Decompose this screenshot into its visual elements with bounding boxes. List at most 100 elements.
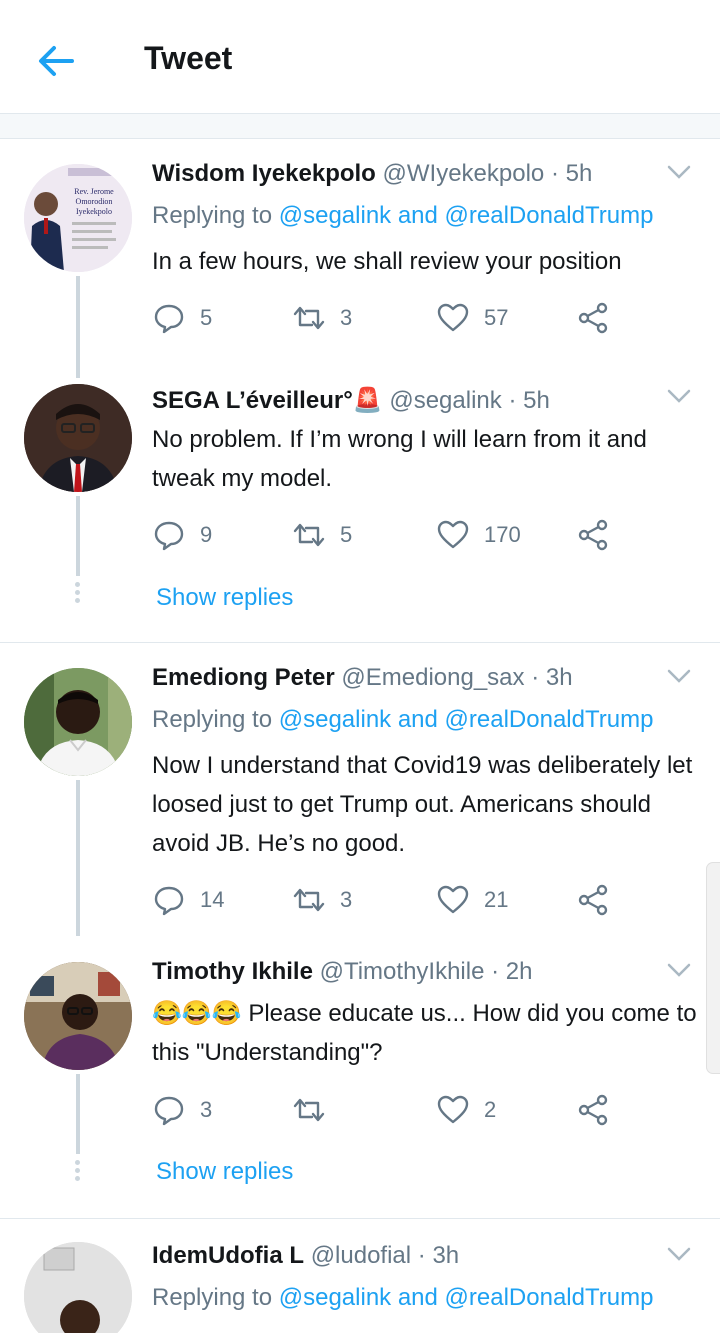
share-icon [578, 519, 608, 551]
share-icon [578, 302, 608, 334]
svg-text:Omorodion: Omorodion [76, 197, 113, 206]
header-bar: Tweet [0, 0, 720, 114]
reply-button[interactable]: 5 [152, 298, 212, 338]
chevron-down-icon[interactable] [666, 386, 692, 406]
reply-count: 3 [200, 1097, 213, 1122]
like-count: 2 [484, 1097, 497, 1122]
replying-prefix: Replying to [152, 1284, 273, 1311]
display-name[interactable]: Wisdom Iyekekpolo [152, 160, 376, 187]
timestamp[interactable]: 2h [506, 958, 533, 985]
reply-button[interactable]: 14 [152, 880, 224, 920]
timestamp[interactable]: 5h [566, 160, 593, 187]
separator: · [531, 664, 540, 691]
retweet-count: 5 [340, 522, 353, 547]
timestamp[interactable]: 5h [523, 387, 550, 414]
action-bar: 9 5 170 [152, 515, 622, 555]
display-name[interactable]: Timothy Ikhile [152, 958, 313, 985]
thread-line [76, 370, 80, 378]
avatar[interactable]: Rev. Jerome Omorodion Iyekekpolo [24, 164, 132, 272]
show-replies-link[interactable]: Show replies [156, 584, 293, 612]
like-count: 57 [484, 305, 509, 330]
share-button[interactable] [576, 1090, 610, 1130]
timestamp[interactable]: 3h [546, 664, 573, 691]
svg-text:Iyekekpolo: Iyekekpolo [76, 207, 112, 216]
chevron-down-icon[interactable] [666, 162, 692, 182]
reply-icon [154, 1096, 184, 1126]
share-icon [578, 884, 608, 916]
user-handle[interactable]: @ludofial [311, 1242, 411, 1269]
chevron-down-icon[interactable] [666, 960, 692, 980]
like-button[interactable]: 21 [436, 880, 508, 920]
laughing-emoji: 😂😂😂 [152, 1000, 242, 1027]
like-count: 170 [484, 522, 521, 547]
retweet-count: 3 [340, 305, 353, 330]
share-icon [578, 1094, 608, 1126]
back-arrow-icon[interactable] [34, 38, 80, 84]
heart-icon [437, 520, 469, 549]
reply-icon [154, 304, 184, 334]
chevron-down-icon[interactable] [666, 1244, 692, 1264]
display-name[interactable]: IdemUdofia L [152, 1242, 304, 1269]
action-bar: 5 3 57 [152, 298, 622, 338]
display-name[interactable]: Emediong Peter [152, 664, 335, 691]
tweet-timothy[interactable]: Timothy Ikhile @TimothyIkhile · 2h 😂😂😂 P… [0, 958, 720, 1198]
thread-line [76, 276, 80, 374]
share-button[interactable] [576, 298, 610, 338]
svg-text:Rev. Jerome: Rev. Jerome [74, 187, 114, 196]
replying-to: Replying to @segalink and @realDonaldTru… [152, 202, 653, 230]
reply-count: 5 [200, 305, 213, 330]
share-button[interactable] [576, 515, 610, 555]
avatar[interactable] [24, 668, 132, 776]
retweet-icon [293, 306, 325, 330]
timestamp[interactable]: 3h [432, 1242, 459, 1269]
scrollbar-thumb[interactable] [706, 862, 720, 1074]
like-button[interactable]: 57 [436, 298, 508, 338]
thread-line [76, 1074, 80, 1154]
thread-line [76, 496, 80, 576]
retweet-icon [293, 1098, 325, 1122]
retweet-count: 3 [340, 887, 353, 912]
page-title: Tweet [144, 40, 233, 76]
user-handle[interactable]: @WIyekekpolo [383, 160, 545, 187]
user-handle[interactable]: @Emediong_sax [341, 664, 524, 691]
section-gap [0, 114, 720, 139]
separator: · [417, 1242, 426, 1269]
more-dots [75, 1160, 81, 1184]
avatar[interactable] [24, 384, 132, 492]
retweet-button[interactable]: 3 [292, 298, 352, 338]
like-count: 21 [484, 887, 509, 912]
tweet-header: IdemUdofia L @ludofial · 3h [152, 1242, 459, 1270]
retweet-icon [293, 523, 325, 547]
more-dots [75, 582, 81, 606]
like-button[interactable]: 170 [436, 515, 521, 555]
heart-icon [437, 303, 469, 332]
like-button[interactable]: 2 [436, 1090, 496, 1130]
replying-mentions[interactable]: @segalink and @realDonaldTrump [279, 202, 654, 229]
reply-button[interactable]: 3 [152, 1090, 212, 1130]
reply-button[interactable]: 9 [152, 515, 212, 555]
avatar[interactable] [24, 962, 132, 1070]
tweet-text: No problem. If I’m wrong I will learn fr… [152, 426, 647, 492]
heart-icon [437, 885, 469, 914]
separator: · [491, 958, 500, 985]
tweet-sega[interactable]: SEGA L’éveilleur°🚨 @segalink · 5h No pro… [0, 370, 720, 624]
retweet-button[interactable]: 3 [292, 880, 352, 920]
tweet-header: Wisdom Iyekekpolo @WIyekekpolo · 5h [152, 160, 592, 188]
user-handle[interactable]: @TimothyIkhile [320, 958, 485, 985]
retweet-button[interactable]: 5 [292, 515, 352, 555]
tweet-wisdom[interactable]: Rev. Jerome Omorodion Iyekekpolo Wisdom … [0, 160, 720, 374]
thread-divider [0, 642, 720, 643]
user-handle[interactable]: @segalink [389, 387, 501, 414]
tweet-emediong[interactable]: Emediong Peter @Emediong_sax · 3h Replyi… [0, 664, 720, 936]
avatar[interactable] [24, 1242, 132, 1333]
display-name[interactable]: SEGA L’éveilleur°🚨 [152, 387, 383, 414]
tweet-text: Now I understand that Covid19 was delibe… [152, 752, 693, 857]
replying-mentions[interactable]: @segalink and @realDonaldTrump [279, 706, 654, 733]
chevron-down-icon[interactable] [666, 666, 692, 686]
tweet-idemudofia[interactable]: IdemUdofia L @ludofial · 3h Replying to … [0, 1242, 720, 1333]
retweet-button[interactable] [292, 1090, 340, 1130]
show-replies-link[interactable]: Show replies [156, 1158, 293, 1186]
reply-icon [154, 886, 184, 916]
share-button[interactable] [576, 880, 610, 920]
replying-mentions[interactable]: @segalink and @realDonaldTrump [279, 1284, 654, 1311]
